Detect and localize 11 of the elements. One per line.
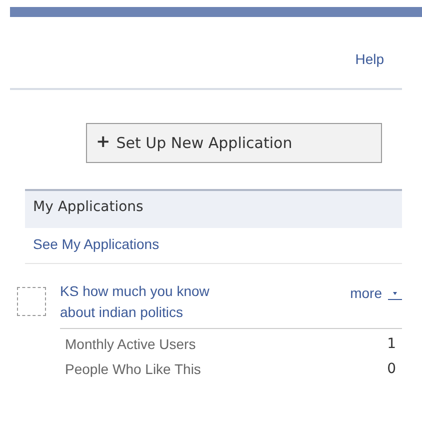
stat-value: 1 <box>387 335 396 354</box>
stat-label: People Who Like This <box>65 360 201 379</box>
more-menu-button[interactable]: more <box>350 283 402 304</box>
section-header: My Applications <box>25 189 402 228</box>
stat-label: Monthly Active Users <box>65 335 196 354</box>
stat-value: 0 <box>387 360 396 379</box>
see-applications-link[interactable]: See My Applications <box>25 228 402 264</box>
app-name-link[interactable]: KS how much you know about indian politics <box>60 281 232 323</box>
new-application-button[interactable]: + Set Up New Application <box>86 123 382 163</box>
help-link[interactable]: Help <box>355 49 384 70</box>
app-icon <box>17 287 46 316</box>
